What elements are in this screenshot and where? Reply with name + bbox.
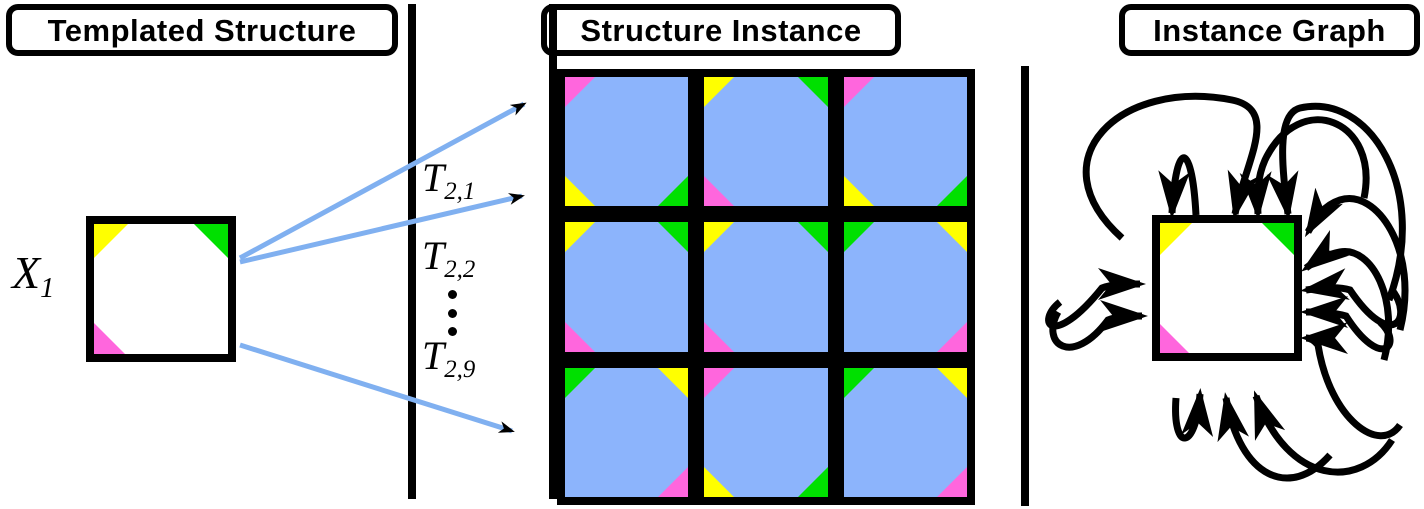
self-loop-left-b [1049,300,1148,351]
corner-triangle-green [1262,223,1294,255]
instance-graph-node[interactable] [1152,215,1302,361]
self-loop-top-inner [1158,154,1200,219]
self-loop-bottom-inner [1172,388,1214,442]
figure-root: Templated Structure Structure Instance I… [0,0,1424,509]
corner-triangle-magenta [1160,324,1189,353]
corner-triangle-yellow [1160,223,1192,255]
